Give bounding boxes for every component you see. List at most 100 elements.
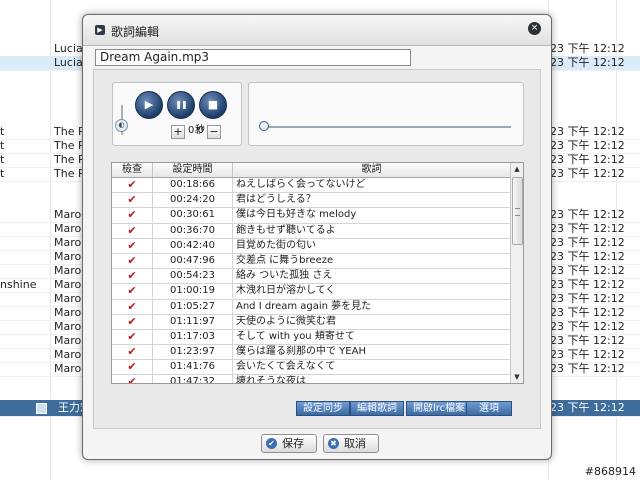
scroll-down-icon[interactable]: ▼ bbox=[511, 371, 523, 383]
check-mark-icon[interactable]: ✔ bbox=[112, 299, 153, 314]
table-row[interactable]: ✔ 00:24:20 君はどうしえる？ bbox=[112, 193, 510, 209]
check-mark-icon[interactable]: ✔ bbox=[112, 208, 153, 223]
cancel-label: 取消 bbox=[344, 437, 366, 450]
check-mark-icon[interactable]: ✔ bbox=[112, 375, 153, 383]
background-cell: nshine bbox=[0, 278, 37, 291]
check-mark-icon[interactable]: ✔ bbox=[112, 223, 153, 238]
sync-button[interactable]: 設定同步 bbox=[296, 401, 350, 416]
seek-slider[interactable] bbox=[261, 126, 511, 128]
table-row[interactable]: ✔ 00:54:23 絡み ついた孤独 さえ bbox=[112, 269, 510, 285]
row-time: 00:30:61 bbox=[153, 208, 233, 223]
background-cell: t bbox=[0, 153, 5, 166]
editor-panel: ◐ ▶ ❚❚ ■ + 0.0 − 秒 檢查 設定時間 歌詞 ✔ 00:18:66 ね… bbox=[93, 69, 541, 429]
seek-panel bbox=[248, 82, 524, 146]
row-time: 01:17:03 bbox=[153, 329, 233, 344]
background-cell: 23 下午 12:12 bbox=[550, 222, 625, 235]
table-body: ✔ 00:18:66 ねえしばらく会ってないけど ✔ 00:24:20 君はどうしえる？ ✔… bbox=[112, 178, 510, 383]
row-time: 00:42:40 bbox=[153, 238, 233, 253]
player-controls: ◐ ▶ ❚❚ ■ + 0.0 − 秒 bbox=[112, 82, 242, 146]
row-lyric: そして with you 頬寄せて bbox=[236, 330, 355, 342]
table-row[interactable]: ✔ 00:47:96 交差点 に舞うbreeze bbox=[112, 253, 510, 270]
cancel-icon: ✖ bbox=[328, 438, 339, 449]
row-time: 01:00:19 bbox=[153, 284, 233, 299]
background-cell: 23 下午 12:12 bbox=[550, 208, 625, 221]
table-row[interactable]: ✔ 01:11:97 天使のように微笑む君 bbox=[112, 314, 510, 330]
options-button[interactable]: 選項 bbox=[466, 401, 512, 416]
background-cell: 23 下午 12:12 bbox=[550, 139, 625, 152]
background-cell: 23 下午 12:12 bbox=[550, 334, 625, 347]
grip-icon bbox=[515, 208, 520, 216]
background-cell: t bbox=[0, 167, 5, 180]
table-row[interactable]: ✔ 01:17:03 そして with you 頬寄せて bbox=[112, 329, 510, 346]
background-cell: 23 下午 12:12 bbox=[550, 362, 625, 375]
row-time: 01:47:32 bbox=[153, 375, 233, 383]
table-row[interactable]: ✔ 01:05:27 And I dream again 夢を見た bbox=[112, 299, 510, 315]
background-cell: 23 下午 12:12 bbox=[550, 264, 625, 277]
check-mark-icon[interactable]: ✔ bbox=[112, 345, 153, 360]
table-header: 檢查 設定時間 歌詞 bbox=[112, 163, 510, 178]
app-icon: ▶ bbox=[95, 25, 105, 35]
offset-unit: 秒 bbox=[195, 125, 205, 136]
check-mark-icon[interactable]: ✔ bbox=[112, 329, 153, 344]
row-lyric: 天使のように微笑む君 bbox=[236, 315, 336, 327]
row-time: 00:18:66 bbox=[153, 178, 233, 192]
volume-icon[interactable]: ◐ bbox=[115, 119, 128, 132]
row-lyric: 僕は今日も好きな melody bbox=[236, 209, 357, 221]
offset-minus-button[interactable]: − bbox=[207, 125, 221, 139]
background-cell: 23 下午 12:12 bbox=[550, 348, 625, 361]
background-cell: 23 下午 12:12 bbox=[550, 125, 625, 138]
header-check[interactable]: 檢查 bbox=[112, 163, 153, 177]
seek-handle[interactable] bbox=[259, 121, 269, 131]
table-row[interactable]: ✔ 00:42:40 目覚めた街の匂い bbox=[112, 238, 510, 254]
row-lyric: 絡み ついた孤独 さえ bbox=[236, 270, 333, 282]
background-cell: 23 下午 12:12 bbox=[550, 56, 625, 69]
offset-plus-button[interactable]: + bbox=[171, 125, 185, 139]
check-mark-icon[interactable]: ✔ bbox=[112, 269, 153, 284]
row-lyric: ねえしばらく会ってないけど bbox=[236, 179, 366, 190]
stop-icon[interactable]: ■ bbox=[199, 91, 227, 119]
check-mark-icon[interactable]: ✔ bbox=[112, 178, 153, 192]
check-icon: ✔ bbox=[266, 438, 277, 449]
pause-icon[interactable]: ❚❚ bbox=[167, 91, 195, 119]
row-lyric: 君はどうしえる？ bbox=[236, 194, 316, 206]
table-row[interactable]: ✔ 01:00:19 木洩れ日が溶かしてく bbox=[112, 284, 510, 300]
open-lrc-button[interactable]: 開啟lrc檔案 bbox=[406, 401, 473, 416]
header-lyric[interactable]: 歌詞 bbox=[233, 163, 510, 177]
filename-field[interactable]: Dream Again.mp3 bbox=[95, 49, 411, 66]
table-row[interactable]: ✔ 01:23:97 僕らは躍る刹那の中で YEAH bbox=[112, 345, 510, 361]
check-mark-icon[interactable]: ✔ bbox=[112, 360, 153, 375]
save-button[interactable]: ✔ 保存 bbox=[261, 434, 317, 453]
dialog-title: 歌詞編輯 bbox=[111, 25, 160, 39]
scroll-thumb[interactable] bbox=[512, 177, 523, 245]
cancel-button[interactable]: ✖ 取消 bbox=[323, 434, 379, 453]
table-row[interactable]: ✔ 00:30:61 僕は今日も好きな melody bbox=[112, 208, 510, 224]
table-row[interactable]: ✔ 00:18:66 ねえしばらく会ってないけど bbox=[112, 178, 510, 194]
row-time: 01:23:97 bbox=[153, 345, 233, 360]
background-cell: t bbox=[0, 139, 5, 152]
table-row[interactable]: ✔ 01:41:76 会いたくて会えなくて bbox=[112, 360, 510, 376]
check-mark-icon[interactable]: ✔ bbox=[112, 314, 153, 329]
background-cell: 23 下午 12:12 bbox=[550, 320, 625, 333]
table-row[interactable]: ✔ 00:36:70 飽きもせず聽いてるよ bbox=[112, 223, 510, 239]
scroll-up-icon[interactable]: ▲ bbox=[511, 163, 523, 175]
table-row[interactable]: ✔ 01:47:32 壊れそうな夜は bbox=[112, 375, 510, 383]
row-time: 01:41:76 bbox=[153, 360, 233, 375]
close-button[interactable]: × bbox=[528, 22, 541, 35]
lyrics-table: 檢查 設定時間 歌詞 ✔ 00:18:66 ねえしばらく会ってないけど ✔ 00:24:… bbox=[111, 162, 524, 384]
header-time[interactable]: 設定時間 bbox=[153, 163, 233, 177]
check-mark-icon[interactable]: ✔ bbox=[112, 284, 153, 299]
save-label: 保存 bbox=[282, 437, 304, 450]
song-icon bbox=[36, 403, 47, 414]
row-lyric: 会いたくて会えなくて bbox=[236, 361, 336, 373]
background-cell: 23 下午 12:12 bbox=[550, 42, 625, 55]
check-mark-icon[interactable]: ✔ bbox=[112, 253, 153, 268]
lyrics-editor-dialog: ▶ 歌詞編輯 × Dream Again.mp3 ◐ ▶ ❚❚ ■ + 0.0 … bbox=[82, 14, 552, 460]
dialog-titlebar[interactable]: ▶ 歌詞編輯 × bbox=[83, 15, 551, 46]
edit-lyrics-button[interactable]: 編輯歌詞 bbox=[350, 401, 404, 416]
play-icon[interactable]: ▶ bbox=[135, 91, 163, 119]
check-mark-icon[interactable]: ✔ bbox=[112, 238, 153, 253]
check-mark-icon[interactable]: ✔ bbox=[112, 193, 153, 208]
background-cell: 23 下午 12:12 bbox=[550, 167, 625, 180]
table-scrollbar[interactable]: ▲ ▼ bbox=[510, 163, 523, 383]
background-cell: 23 下午 12:12 bbox=[550, 236, 625, 249]
